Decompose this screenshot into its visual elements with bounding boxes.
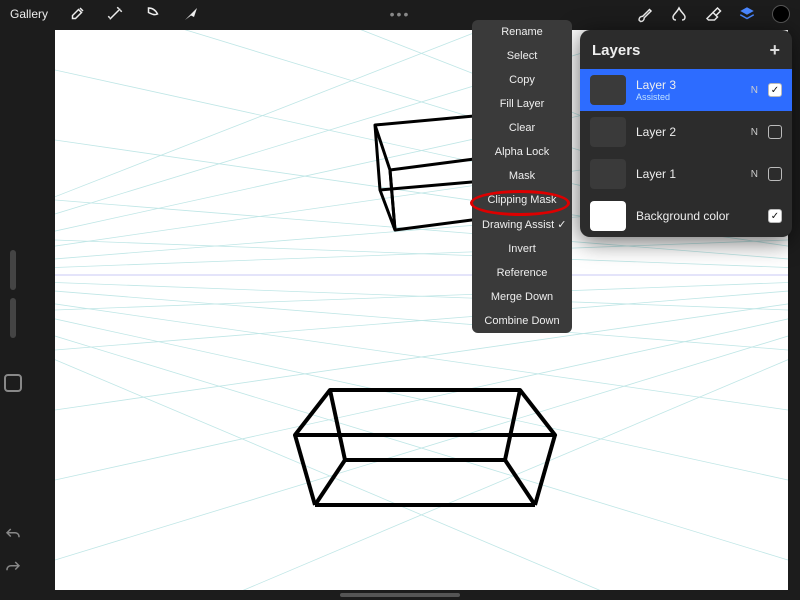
- layer-name: Layer 2: [636, 125, 741, 139]
- ctx-item-combine-down[interactable]: Combine Down: [472, 309, 572, 333]
- layer-visibility-checkbox[interactable]: [768, 167, 782, 181]
- smudge-icon[interactable]: [670, 5, 688, 23]
- layer-thumbnail: [590, 117, 626, 147]
- layer-row[interactable]: Layer 2 N: [580, 111, 792, 153]
- undo-icon[interactable]: [4, 526, 22, 549]
- ctx-item-clipping-mask[interactable]: Clipping Mask: [472, 188, 572, 212]
- layer-visibility-checkbox[interactable]: [768, 125, 782, 139]
- ctx-item-mask[interactable]: Mask: [472, 164, 572, 188]
- layer-visibility-checkbox[interactable]: ✓: [768, 83, 782, 97]
- layers-panel-title: Layers: [592, 42, 640, 59]
- layer-labels: Layer 2: [636, 125, 741, 139]
- gallery-button[interactable]: Gallery: [10, 7, 48, 21]
- layer-row[interactable]: Layer 1 N: [580, 153, 792, 195]
- layer-row[interactable]: Background color ✓: [580, 195, 792, 237]
- ctx-item-select[interactable]: Select: [472, 44, 572, 68]
- layers-icon[interactable]: [738, 5, 756, 23]
- ctx-item-reference[interactable]: Reference: [472, 261, 572, 285]
- layer-visibility-checkbox[interactable]: ✓: [768, 209, 782, 223]
- side-tools: [4, 250, 22, 392]
- blend-mode-indicator[interactable]: N: [751, 85, 758, 96]
- layer-row[interactable]: Layer 3Assisted N ✓: [580, 69, 792, 111]
- layer-thumbnail: [590, 159, 626, 189]
- blend-mode-indicator[interactable]: N: [751, 169, 758, 180]
- ctx-item-invert[interactable]: Invert: [472, 237, 572, 261]
- layers-panel: Layers + Layer 3AssistedN✓Layer 2NLayer …: [580, 30, 792, 237]
- ctx-item-rename[interactable]: Rename: [472, 20, 572, 44]
- ctx-item-copy[interactable]: Copy: [472, 68, 572, 92]
- eraser-icon[interactable]: [704, 5, 722, 23]
- brush-opacity-slider[interactable]: [10, 298, 16, 338]
- ctx-item-drawing-assist-[interactable]: Drawing Assist ✓: [472, 212, 572, 237]
- add-layer-button[interactable]: +: [769, 40, 780, 61]
- blend-mode-indicator[interactable]: N: [751, 127, 758, 138]
- layer-labels: Background color: [636, 209, 748, 223]
- layer-labels: Layer 1: [636, 167, 741, 181]
- topbar: Gallery •••: [0, 0, 800, 28]
- modify-button[interactable]: [4, 374, 22, 392]
- layer-name: Layer 1: [636, 167, 741, 181]
- layer-name: Background color: [636, 209, 748, 223]
- wrench-icon[interactable]: [68, 5, 86, 23]
- brush-icon[interactable]: [636, 5, 654, 23]
- layer-context-menu: RenameSelectCopyFill LayerClearAlpha Loc…: [472, 20, 572, 333]
- redo-icon[interactable]: [4, 559, 22, 582]
- ctx-item-alpha-lock[interactable]: Alpha Lock: [472, 140, 572, 164]
- ctx-item-merge-down[interactable]: Merge Down: [472, 285, 572, 309]
- wand-icon[interactable]: [106, 5, 124, 23]
- layer-thumbnail: [590, 75, 626, 105]
- modify-menu-icon[interactable]: •••: [390, 6, 411, 22]
- selection-icon[interactable]: [144, 5, 162, 23]
- ctx-item-fill-layer[interactable]: Fill Layer: [472, 92, 572, 116]
- ctx-item-clear[interactable]: Clear: [472, 116, 572, 140]
- layer-thumbnail: [590, 201, 626, 231]
- layer-labels: Layer 3Assisted: [636, 78, 741, 102]
- move-icon[interactable]: [182, 5, 200, 23]
- layer-name: Layer 3: [636, 78, 741, 92]
- home-indicator: [340, 593, 460, 597]
- layer-subtitle: Assisted: [636, 92, 741, 102]
- color-swatch[interactable]: [772, 5, 790, 23]
- brush-size-slider[interactable]: [10, 250, 16, 290]
